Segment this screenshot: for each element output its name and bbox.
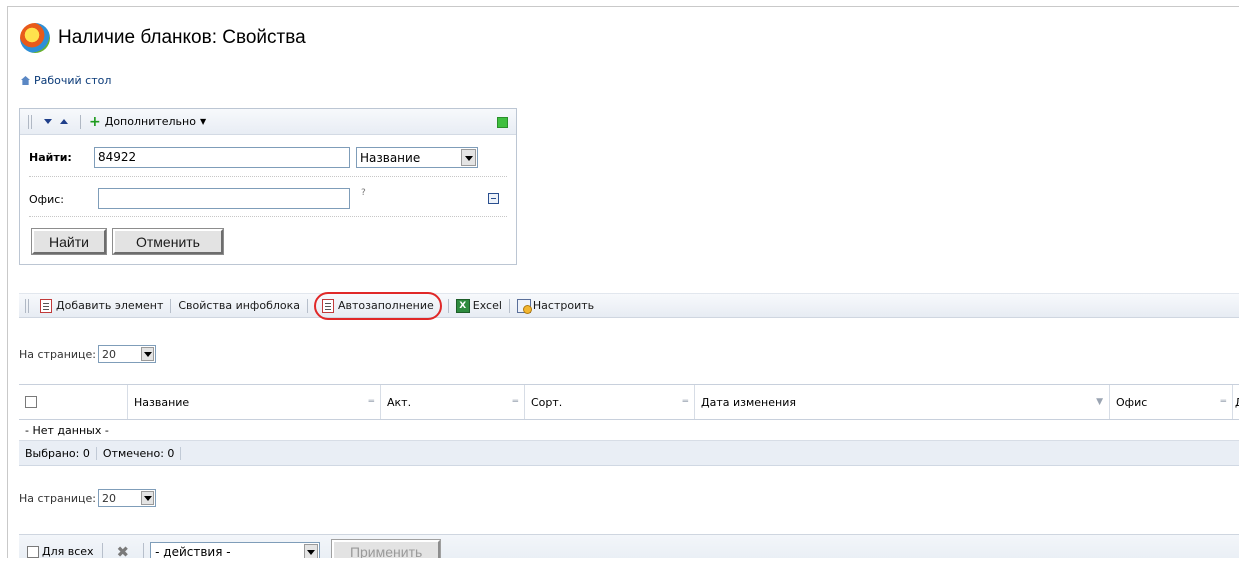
actions-select[interactable]: - действия - xyxy=(150,541,321,559)
column-label: Название xyxy=(134,395,190,409)
green-square-icon[interactable] xyxy=(497,117,508,128)
sort-icon: ═ xyxy=(368,397,374,407)
find-label: Найти: xyxy=(29,151,72,164)
find-input[interactable]: 84922 xyxy=(94,147,350,168)
column-header-active[interactable]: Акт. ═ xyxy=(381,385,525,419)
autofill-item: Автозаполнение xyxy=(308,291,449,320)
breadcrumb[interactable]: Рабочий стол xyxy=(21,74,111,87)
plus-icon: + xyxy=(89,113,101,130)
autofill-button[interactable]: Автозаполнение xyxy=(314,291,442,320)
toolbar-separator xyxy=(80,114,81,129)
per-page-value: 20 xyxy=(102,491,116,505)
select-all-checkbox[interactable] xyxy=(25,396,37,408)
per-page-label: На странице: xyxy=(19,347,96,361)
add-element-label: Добавить элемент xyxy=(56,299,164,312)
delete-x-icon: ✖ xyxy=(116,542,130,559)
hint-mark[interactable]: ? xyxy=(361,188,366,198)
excel-label: Excel xyxy=(472,299,502,312)
office-label: Офис: xyxy=(29,193,64,206)
more-filters-button[interactable]: Дополнительно xyxy=(105,115,196,128)
sort-icon: ═ xyxy=(1220,397,1226,407)
column-label: Д xyxy=(1235,396,1239,409)
autofill-label: Автозаполнение xyxy=(338,299,434,312)
settings-icon xyxy=(516,298,532,314)
actions-select-value: - действия - xyxy=(155,544,231,559)
grid-header: Название ═ Акт. ═ Сорт. ═ Дата изменения… xyxy=(19,384,1239,420)
per-page-label: На странице: xyxy=(19,491,96,505)
column-label: Акт. xyxy=(387,395,412,409)
data-grid: Название ═ Акт. ═ Сорт. ═ Дата изменения… xyxy=(19,384,1239,466)
dropdown-arrow-icon[interactable] xyxy=(141,491,154,505)
sort-desc-icon: ▼ xyxy=(1096,397,1103,407)
excel-button[interactable]: X Excel xyxy=(449,298,510,313)
per-page-top: На странице: 20 xyxy=(19,345,156,363)
office-input[interactable] xyxy=(98,188,350,209)
column-label: Сорт. xyxy=(531,395,563,409)
divider xyxy=(29,176,507,177)
per-page-select[interactable]: 20 xyxy=(98,489,156,507)
empty-row: - Нет данных - xyxy=(19,420,1239,441)
dropdown-arrow-icon[interactable] xyxy=(141,347,154,361)
select-all-cell xyxy=(19,385,128,419)
iblock-properties-button[interactable]: Свойства инфоблока xyxy=(171,298,308,313)
divider xyxy=(29,216,507,217)
selection-summary: Выбрано: 0 Отмечено: 0 xyxy=(19,441,1239,466)
for-all-checkbox[interactable] xyxy=(27,545,39,558)
selected-count: Выбрано: 0 xyxy=(19,446,97,460)
breadcrumb-desktop-link[interactable]: Рабочий стол xyxy=(34,74,111,87)
find-scope-value: Название xyxy=(360,150,421,165)
sort-icon: ═ xyxy=(512,397,518,407)
home-icon xyxy=(21,76,30,85)
checked-count: Отмечено: 0 xyxy=(97,446,182,460)
filter-toolbar: + Дополнительно ▼ xyxy=(20,109,516,135)
add-document-icon xyxy=(40,298,52,313)
for-all-toggle[interactable]: Для всех xyxy=(19,542,103,558)
delete-button[interactable]: ✖ xyxy=(103,542,145,559)
settings-label: Настроить xyxy=(532,299,595,312)
column-header-name[interactable]: Название ═ xyxy=(128,385,381,419)
title-row: Наличие бланков: Свойства xyxy=(20,23,306,53)
per-page-value: 20 xyxy=(102,347,116,361)
autofill-document-icon xyxy=(322,298,334,313)
window-frame: Наличие бланков: Свойства Рабочий стол +… xyxy=(7,6,1239,558)
excel-icon: X xyxy=(455,298,470,313)
iblock-properties-label: Свойства инфоблока xyxy=(178,299,300,312)
grip-handle-icon[interactable] xyxy=(25,298,29,313)
dropdown-arrow-icon[interactable] xyxy=(304,543,319,558)
cancel-button[interactable]: Отменить xyxy=(112,228,224,255)
apply-button[interactable]: Применить xyxy=(331,539,442,558)
sort-icon: ═ xyxy=(682,397,688,407)
column-header-office[interactable]: Офис ═ xyxy=(1110,385,1233,419)
arrow-down-icon[interactable] xyxy=(44,119,52,124)
per-page-bottom: На странице: 20 xyxy=(19,489,156,507)
remove-filter-icon[interactable] xyxy=(488,193,499,204)
settings-button[interactable]: Настроить xyxy=(510,298,601,314)
grip-handle-icon[interactable] xyxy=(28,114,32,129)
filter-panel: + Дополнительно ▼ Найти: 84922 Название … xyxy=(19,108,517,265)
column-label: Дата изменения xyxy=(701,395,796,409)
column-header-sort[interactable]: Сорт. ═ xyxy=(525,385,695,419)
list-toolbar: Добавить элемент Свойства инфоблока Авто… xyxy=(19,291,1239,320)
add-element-button[interactable]: Добавить элемент xyxy=(33,298,172,313)
column-label: Офис xyxy=(1116,395,1148,409)
column-header-truncated[interactable]: Д xyxy=(1233,385,1239,419)
arrow-up-icon[interactable] xyxy=(60,119,68,124)
caret-down-icon: ▼ xyxy=(199,117,207,126)
column-header-modified[interactable]: Дата изменения ▼ xyxy=(695,385,1110,419)
find-scope-select[interactable]: Название xyxy=(356,147,478,168)
dropdown-arrow-icon[interactable] xyxy=(461,149,476,166)
per-page-select[interactable]: 20 xyxy=(98,345,156,363)
app-logo-icon xyxy=(20,23,50,53)
find-button[interactable]: Найти xyxy=(31,228,107,255)
group-actions-bar: Для всех ✖ - действия - Применить xyxy=(19,534,1239,558)
page-title: Наличие бланков: Свойства xyxy=(58,27,306,48)
for-all-label: Для всех xyxy=(42,545,94,558)
